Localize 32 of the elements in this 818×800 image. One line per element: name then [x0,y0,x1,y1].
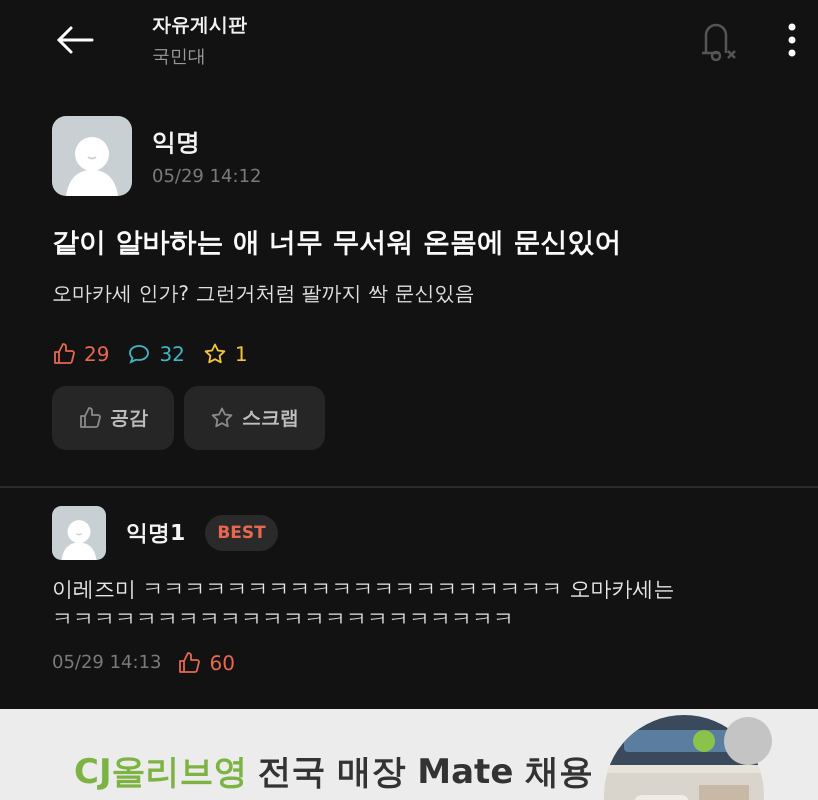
avatar-icon [52,506,106,560]
ad-headline: 전국 매장 Mate 채용 [258,750,594,794]
post-body: 오마카세 인가? 그런거처럼 팔까지 싹 문신있음 [52,280,476,307]
comment-time: 05/29 14:13 [52,652,162,674]
thumbs-up-icon [177,650,202,675]
post-time: 05/29 14:12 [152,166,262,186]
star-icon [202,342,227,366]
school-name: 국민대 [152,45,207,68]
scrap-button[interactable]: 스크랩 [184,386,325,450]
back-button[interactable] [56,25,94,55]
comment-author: 익명1 [126,520,186,548]
avatar-icon [52,116,132,196]
comment-text: 이레즈미 ㅋㅋㅋㅋㅋㅋㅋㅋㅋㅋㅋㅋㅋㅋㅋㅋㅋㅋㅋㅋ 오마카세는 ㅋㅋㅋㅋㅋㅋㅋㅋㅋㅋㅋㅋㅋㅋㅋㅋㅋㅋㅋㅋㅋㅋ [52,576,676,634]
comment-count: 32 [159,342,185,366]
board-title: 자유게시판 [152,13,248,38]
ad-banner[interactable]: CJ올리브영 전국 매장 Mate 채용 [0,708,818,800]
like-count: 60 [209,650,235,675]
more-button[interactable] [788,23,796,57]
thumbs-up-icon [78,406,102,430]
post-title: 같이 알바하는 애 너무 무서워 온몸에 문신있어 [52,226,622,260]
close-button[interactable] [724,716,772,765]
ad-brand: CJ올리브영 [74,750,248,794]
speech-bubble-icon [127,342,152,366]
thumbs-up-icon [52,342,76,366]
scrap-count: 1 [234,342,248,366]
star-icon [210,406,234,430]
author-name: 익명 [152,126,201,158]
best-badge: BEST [205,515,278,551]
more-icon [788,23,796,57]
like-button[interactable]: 공감 [52,386,174,450]
like-count: 29 [84,342,110,366]
back-arrow-icon [56,25,94,55]
